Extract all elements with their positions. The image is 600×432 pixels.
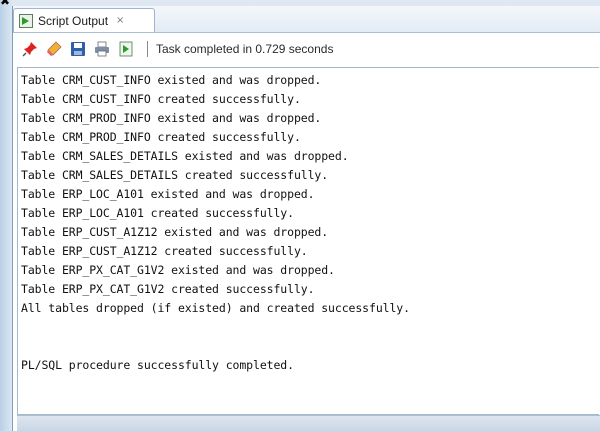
eraser-icon xyxy=(47,41,62,56)
output-line: Table CRM_SALES_DETAILS existed and was … xyxy=(21,149,349,163)
output-line: Table ERP_LOC_A101 existed and was dropp… xyxy=(21,187,315,201)
output-line: Table ERP_PX_CAT_G1V2 existed and was dr… xyxy=(21,263,335,277)
toolbar: Task completed in 0.729 seconds xyxy=(13,33,600,65)
print-button[interactable] xyxy=(91,38,113,60)
script-output-panel: Script Output × Task completed in 0.729 … xyxy=(12,6,600,432)
save-button[interactable] xyxy=(67,38,89,60)
output-line: All tables dropped (if existed) and crea… xyxy=(21,301,410,315)
script-output-text-area[interactable]: Table CRM_CUST_INFO existed and was drop… xyxy=(17,67,599,415)
output-line: Table CRM_SALES_DETAILS created successf… xyxy=(21,168,329,182)
output-line: Table CRM_PROD_INFO created successfully… xyxy=(21,130,301,144)
output-line: ​ xyxy=(21,337,599,356)
toolbar-separator xyxy=(147,41,148,57)
window-left-edge xyxy=(0,0,12,431)
pin-icon xyxy=(22,42,37,57)
output-line: Table CRM_CUST_INFO existed and was drop… xyxy=(21,73,322,87)
output-line: Table CRM_CUST_INFO created successfully… xyxy=(21,92,301,106)
clear-button[interactable] xyxy=(43,38,65,60)
task-status-text: Task completed in 0.729 seconds xyxy=(156,42,334,56)
horizontal-scrollbar[interactable] xyxy=(17,415,600,432)
open-file-icon xyxy=(119,41,133,57)
output-line: Table ERP_CUST_A1Z12 existed and was dro… xyxy=(21,225,329,239)
save-icon xyxy=(71,42,85,56)
tab-label: Script Output xyxy=(38,13,109,28)
output-line: Table ERP_LOC_A101 created successfully. xyxy=(21,206,294,220)
script-output-icon xyxy=(19,13,33,28)
print-icon xyxy=(95,41,109,57)
output-line: Table CRM_PROD_INFO existed and was drop… xyxy=(21,111,322,125)
output-line: Table ERP_CUST_A1Z12 created successfull… xyxy=(21,244,308,258)
output-line: PL/SQL procedure successfully completed. xyxy=(21,358,294,372)
close-icon[interactable]: × xyxy=(116,15,124,26)
open-file-button[interactable] xyxy=(115,38,137,60)
output-line: Table ERP_PX_CAT_G1V2 created successful… xyxy=(21,282,315,296)
tab-script-output[interactable]: Script Output × xyxy=(13,8,155,32)
tab-bar: Script Output × xyxy=(13,6,600,33)
pin-button[interactable] xyxy=(19,38,41,60)
output-line: ​ xyxy=(21,318,599,337)
